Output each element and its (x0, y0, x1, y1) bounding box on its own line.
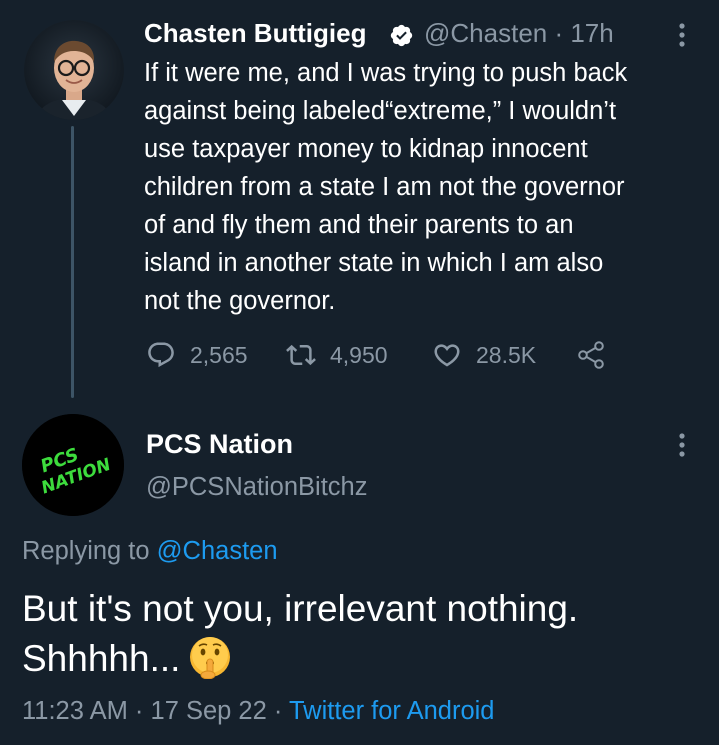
like-icon (434, 344, 460, 367)
reply-text-line-2: Shhhhh... (22, 638, 181, 679)
like-count: 28.5K (476, 341, 537, 368)
replying-to-label: Replying to @Chasten (22, 537, 278, 566)
reply-icon (148, 342, 174, 368)
replying-prefix: Replying to (22, 537, 157, 565)
reply-author-name[interactable]: PCS Nation (146, 429, 293, 460)
replying-to-handle-link[interactable]: @Chasten (157, 537, 278, 565)
parent-author-name[interactable]: Chasten Buttigieg (144, 18, 366, 49)
tweet-meta-row: 11:23 AM · 17 Sep 22 · Twitter for Andro… (22, 697, 495, 726)
retweet-button[interactable]: 4,950 (286, 337, 388, 373)
tweet-timestamp[interactable]: 11:23 AM · 17 Sep 22 · (22, 697, 289, 725)
share-icon (578, 341, 604, 369)
retweet-count: 4,950 (330, 341, 388, 368)
pcs-nation-avatar[interactable]: PCS NATION (22, 414, 124, 516)
like-button[interactable]: 28.5K (432, 337, 536, 373)
reply-text-line-1: But it's not you, irrelevant nothing. (22, 588, 579, 629)
chasten-avatar[interactable] (24, 20, 124, 120)
reply-author-handle[interactable]: @PCSNationBitchz (146, 473, 367, 502)
verified-badge-icon (389, 23, 414, 48)
share-button[interactable] (576, 337, 606, 373)
parent-handle-and-time[interactable]: @Chasten · 17h (424, 18, 614, 49)
reply-text-line-2-container: Shhhhh... (22, 634, 702, 684)
tweet-source-link[interactable]: Twitter for Android (289, 697, 495, 725)
more-options-icon[interactable] (672, 431, 692, 459)
more-options-icon[interactable] (672, 21, 692, 49)
reply-button[interactable]: 2,565 (146, 337, 248, 373)
retweet-icon (286, 344, 316, 366)
parent-tweet-text: If it were me, and I was trying to push … (144, 59, 628, 315)
shushing-face-emoji (188, 635, 232, 680)
reply-tweet-text: But it's not you, irrelevant nothing. Sh… (22, 584, 702, 684)
thread-connector-line (71, 126, 74, 398)
reply-count: 2,565 (190, 341, 248, 368)
